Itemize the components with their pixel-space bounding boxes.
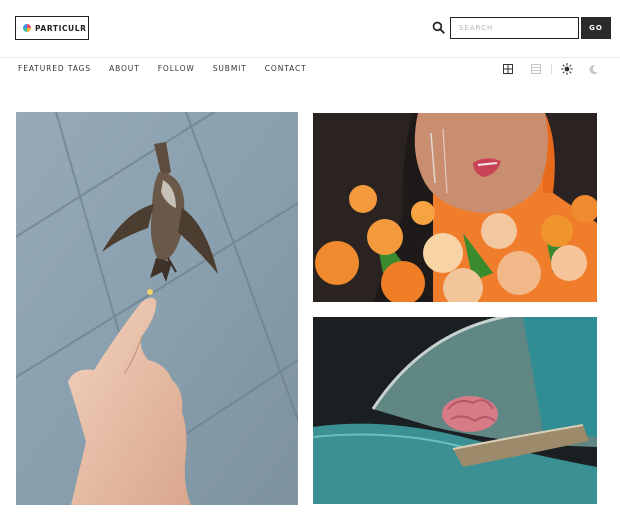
moon-icon[interactable]	[585, 62, 601, 76]
list-view-icon[interactable]	[528, 62, 544, 76]
nav-contact[interactable]: CONTACT	[265, 64, 307, 73]
site-header: PARTICULR GO	[0, 0, 620, 58]
view-controls	[500, 62, 601, 76]
logo[interactable]: PARTICULR	[15, 16, 89, 40]
post-image-car[interactable]	[313, 317, 597, 504]
nav-submit[interactable]: SUBMIT	[213, 64, 247, 73]
search-icon[interactable]	[432, 21, 445, 34]
divider	[551, 64, 552, 74]
nav-featured-tags[interactable]: FEATURED TAGS	[18, 64, 91, 73]
main-nav: FEATURED TAGS ABOUT FOLLOW SUBMIT CONTAC…	[18, 64, 325, 73]
go-button[interactable]: GO	[581, 17, 611, 39]
post-image-bird[interactable]	[16, 112, 298, 505]
search-input[interactable]	[450, 17, 579, 39]
nav-follow[interactable]: FOLLOW	[158, 64, 195, 73]
nav-about[interactable]: ABOUT	[109, 64, 140, 73]
post-image-flowers[interactable]	[313, 113, 597, 302]
grid-view-icon[interactable]	[500, 62, 516, 76]
logo-mark-icon	[23, 24, 31, 32]
sun-icon[interactable]	[559, 62, 575, 76]
logo-text: PARTICULR	[35, 23, 87, 33]
